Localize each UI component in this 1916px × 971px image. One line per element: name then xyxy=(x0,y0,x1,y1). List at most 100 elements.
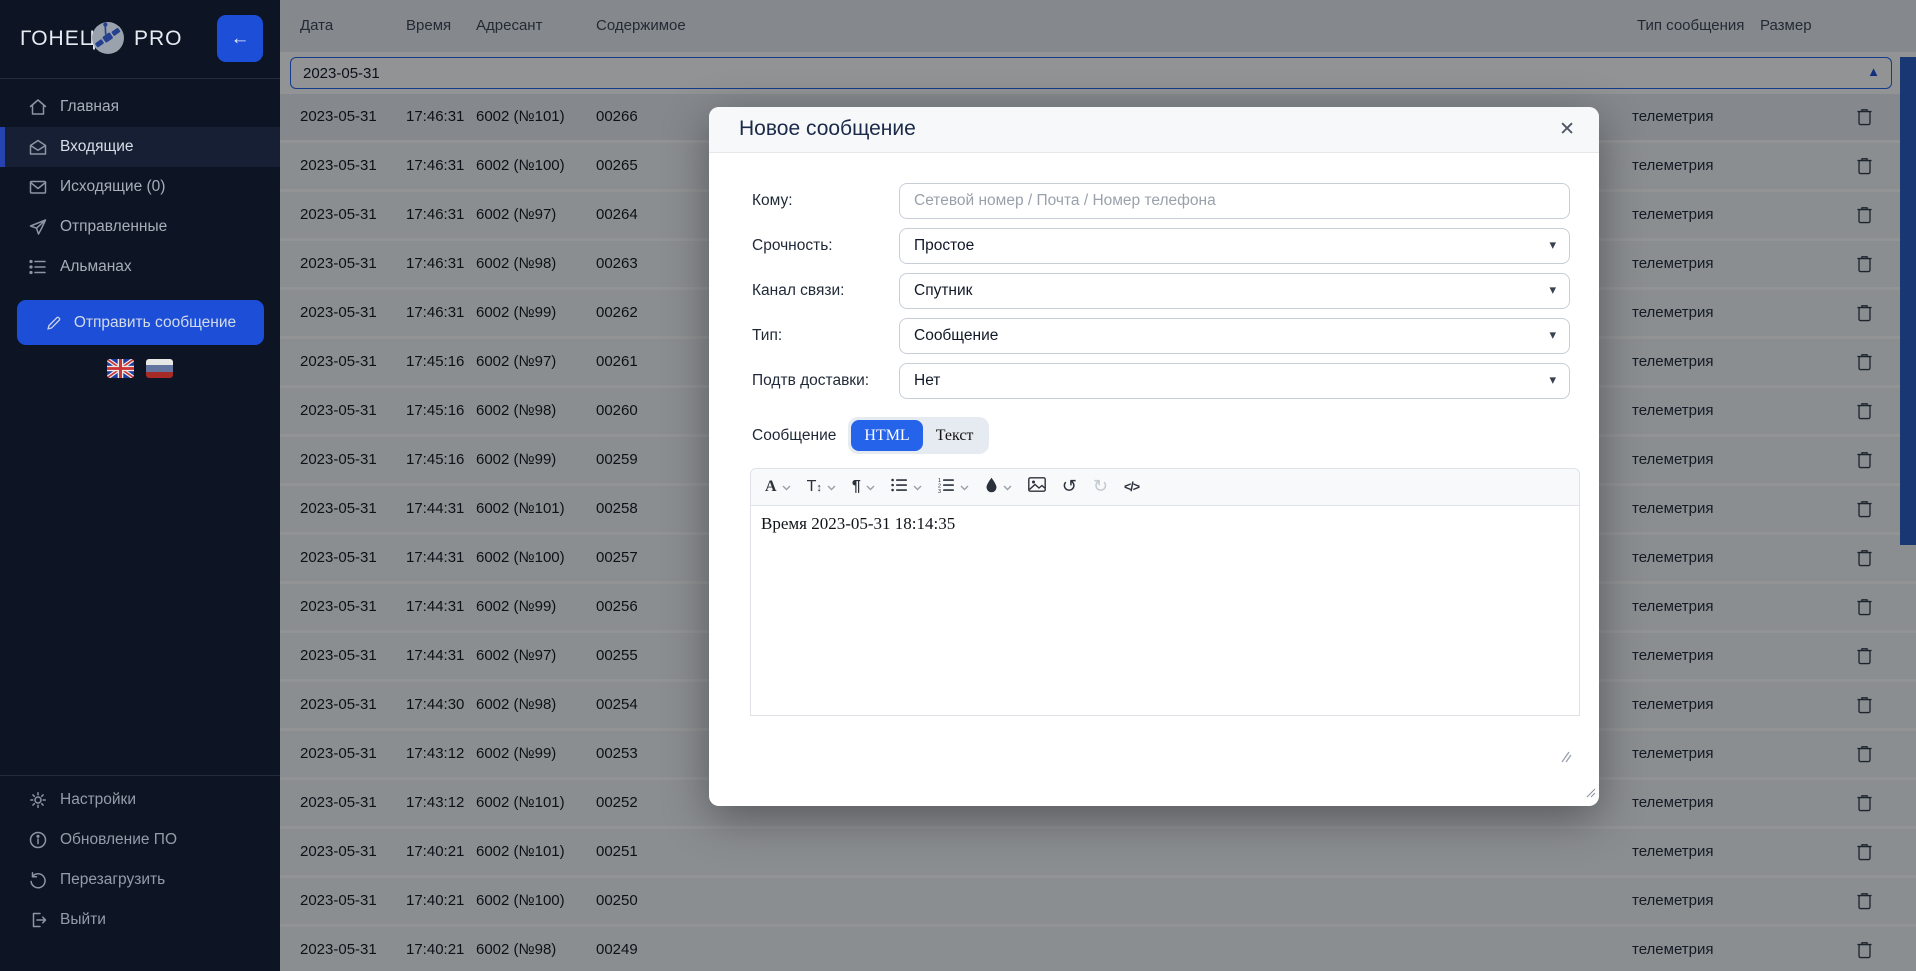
list-icon xyxy=(28,257,48,277)
sidebar-footer-menu: Настройки Обновление ПО Перезагрузить Вы… xyxy=(0,780,280,940)
image-icon xyxy=(1027,477,1046,497)
close-icon[interactable]: ✕ xyxy=(1559,118,1575,141)
chevron-down-icon xyxy=(913,478,922,496)
sidebar-item-label: Перезагрузить xyxy=(60,871,166,888)
language-switcher xyxy=(0,359,280,378)
to-label: Кому: xyxy=(752,192,793,209)
send-message-button[interactable]: Отправить сообщение xyxy=(17,300,264,345)
code-view-button[interactable]: </> xyxy=(1116,472,1147,502)
text-color-icon xyxy=(985,477,998,498)
message-label: Сообщение xyxy=(752,426,837,444)
gear-icon xyxy=(28,790,48,810)
sidebar-footer-item-3[interactable]: Выйти xyxy=(0,900,280,940)
code-view-icon: </> xyxy=(1123,480,1140,494)
delivery-confirm-select[interactable]: Нет ▾ xyxy=(899,363,1570,399)
redo-button[interactable]: ↻ xyxy=(1085,472,1116,502)
rich-text-editor: A T↕ ¶ 123 ↺ ↻ </> Время 2023-05-31 18:1… xyxy=(750,468,1580,763)
send-icon xyxy=(28,217,48,237)
type-select-label: Тип: xyxy=(752,327,783,344)
editor-toolbar: A T↕ ¶ 123 ↺ ↻ </> xyxy=(750,468,1580,506)
font-size-icon: T↕ xyxy=(806,478,822,495)
sidebar-item-label: Исходящие (0) xyxy=(60,178,166,195)
sidebar: ГОНЕЦ PRO ← Главная Входящие Исходящие (… xyxy=(0,0,280,971)
modal-title: Новое сообщение xyxy=(739,117,916,140)
modal-header: Новое сообщение ✕ xyxy=(709,107,1599,153)
sidebar-item-label: Настройки xyxy=(60,791,137,808)
redo-icon: ↻ xyxy=(1092,476,1108,496)
sidebar-menu: Главная Входящие Исходящие (0) Отправлен… xyxy=(0,87,280,287)
ru-flag[interactable] xyxy=(146,359,173,378)
brand-text-left: ГОНЕЦ xyxy=(20,27,97,50)
sidebar-item-4[interactable]: Альманах xyxy=(0,247,280,287)
paragraph-icon: ¶ xyxy=(851,478,861,495)
svg-text:3: 3 xyxy=(938,489,941,493)
sidebar-footer-item-0[interactable]: Настройки xyxy=(0,780,280,820)
unordered-list-button[interactable] xyxy=(883,472,930,502)
sidebar-item-label: Главная xyxy=(60,98,119,115)
divider xyxy=(0,78,280,79)
chevron-down-icon: ▾ xyxy=(1549,327,1556,342)
undo-button[interactable]: ↺ xyxy=(1054,472,1085,502)
editor-content-area[interactable]: Время 2023-05-31 18:14:35 xyxy=(750,506,1580,716)
uk-flag[interactable] xyxy=(107,359,134,378)
sidebar-item-label: Альманах xyxy=(60,258,132,275)
message-mode-row: Сообщение HTML Текст xyxy=(752,417,990,454)
chevron-down-icon xyxy=(866,478,875,496)
refresh-icon xyxy=(28,870,48,890)
delivery-confirm-select-label: Подтв доставки: xyxy=(752,372,870,389)
paragraph-button[interactable]: ¶ xyxy=(844,472,883,502)
urgency-select[interactable]: Простое ▾ xyxy=(899,228,1570,264)
sidebar-item-2[interactable]: Исходящие (0) xyxy=(0,167,280,207)
font-size-button[interactable]: T↕ xyxy=(799,472,844,502)
new-message-modal: Новое сообщение ✕ Кому: Срочность: Прост… xyxy=(709,107,1599,806)
modal-fields: Кому: Срочность: Простое ▾ Канал связи: … xyxy=(752,183,1570,408)
channel-select[interactable]: Спутник ▾ xyxy=(899,273,1570,309)
sidebar-item-3[interactable]: Отправленные xyxy=(0,207,280,247)
ordered-list-button[interactable]: 123 xyxy=(930,472,977,502)
chevron-down-icon xyxy=(1003,478,1012,496)
globe-satellite-icon xyxy=(88,18,128,63)
sidebar-item-label: Отправленные xyxy=(60,218,168,235)
left-arrow-icon: ← xyxy=(230,27,250,49)
logout-icon xyxy=(28,910,48,930)
sidebar-item-1[interactable]: Входящие xyxy=(0,127,280,167)
image-button[interactable] xyxy=(1020,472,1054,502)
sidebar-footer-item-2[interactable]: Перезагрузить xyxy=(0,860,280,900)
selected-value: Нет xyxy=(914,372,941,389)
mail-open-icon xyxy=(28,137,48,157)
editor-resize-handle[interactable] xyxy=(1558,750,1572,768)
text-color-button[interactable] xyxy=(977,472,1020,502)
sidebar-item-label: Обновление ПО xyxy=(60,831,177,848)
info-icon xyxy=(28,830,48,850)
editor-mode-toggle: HTML Текст xyxy=(848,417,990,454)
home-icon xyxy=(28,97,48,117)
chevron-down-icon xyxy=(782,478,791,496)
chevron-down-icon: ▾ xyxy=(1549,237,1556,252)
app-logo: ГОНЕЦ PRO ← xyxy=(0,14,280,64)
font-family-button[interactable]: A xyxy=(757,472,799,502)
chevron-down-icon: ▾ xyxy=(1549,282,1556,297)
modal-resize-handle[interactable] xyxy=(1584,785,1596,803)
unordered-list-icon xyxy=(891,477,908,498)
pencil-icon xyxy=(45,314,63,332)
recipient-input[interactable] xyxy=(899,183,1570,219)
urgency-select-label: Срочность: xyxy=(752,237,833,254)
chevron-down-icon xyxy=(960,478,969,496)
mode-tab-текст[interactable]: Текст xyxy=(923,420,987,451)
selected-value: Спутник xyxy=(914,282,973,299)
chevron-down-icon xyxy=(827,478,836,496)
sidebar-item-label: Выйти xyxy=(60,911,106,928)
channel-select-label: Канал связи: xyxy=(752,282,845,299)
sidebar-footer-item-1[interactable]: Обновление ПО xyxy=(0,820,280,860)
mode-tab-html[interactable]: HTML xyxy=(851,420,923,451)
sidebar-collapse-button[interactable]: ← xyxy=(217,15,263,62)
ordered-list-icon: 123 xyxy=(938,477,955,498)
divider xyxy=(0,775,280,776)
type-select[interactable]: Сообщение ▾ xyxy=(899,318,1570,354)
sidebar-item-label: Входящие xyxy=(60,138,134,155)
brand-text-right: PRO xyxy=(134,27,183,50)
selected-value: Сообщение xyxy=(914,327,999,344)
mail-icon xyxy=(28,177,48,197)
sidebar-item-0[interactable]: Главная xyxy=(0,87,280,127)
selected-value: Простое xyxy=(914,237,975,254)
